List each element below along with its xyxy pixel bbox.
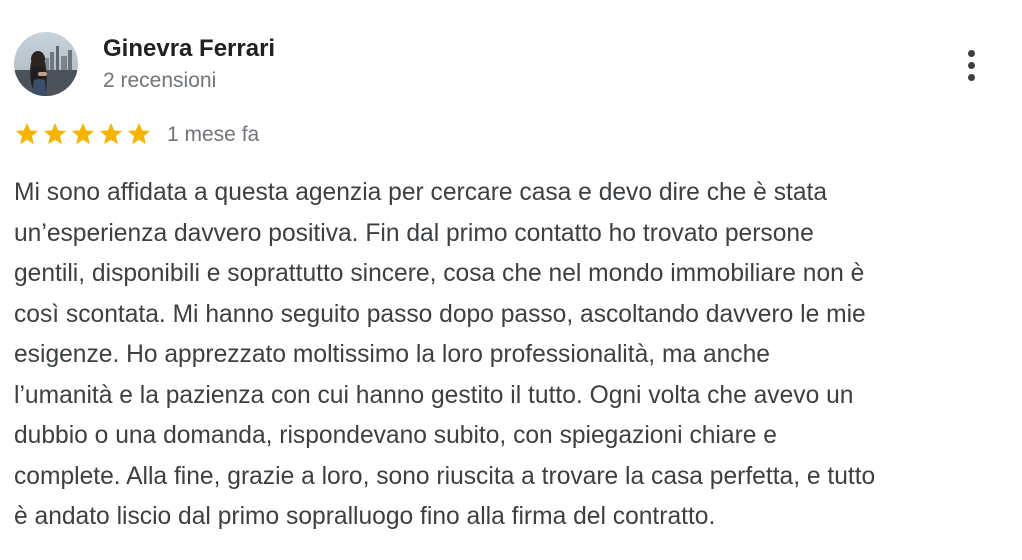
review-text-line: esigenze. Ho apprezzato moltissimo la lo… bbox=[14, 341, 770, 368]
review-text-line: gentili, disponibili e soprattutto since… bbox=[14, 260, 865, 287]
review-text-line: l’umanità e la pazienza con cui hanno ge… bbox=[14, 381, 854, 409]
reviewer-review-count[interactable]: 2 recensioni bbox=[103, 67, 216, 95]
review-text-line: un’esperienza davvero positiva. Fin dal … bbox=[14, 219, 814, 247]
review-text-line: così scontata. Mi hanno seguito passo do… bbox=[14, 300, 866, 328]
star-icon bbox=[71, 122, 95, 144]
avatar[interactable] bbox=[14, 32, 78, 96]
review-text-line: Mi sono affidata a questa agenzia per ce… bbox=[14, 179, 828, 206]
review-text-line: è andato liscio dal primo sopralluogo fi… bbox=[14, 503, 716, 530]
more-vert-icon-dot bbox=[967, 73, 975, 81]
review-text-line: complete. Alla fine, grazie a loro, sono… bbox=[14, 462, 876, 490]
star-icon bbox=[15, 122, 39, 144]
more-options-button[interactable] bbox=[956, 44, 986, 86]
star-icon bbox=[99, 122, 123, 144]
review-date: 1 mese fa bbox=[167, 123, 260, 146]
avatar-photo bbox=[14, 32, 78, 96]
star-rating bbox=[14, 121, 152, 149]
review-text-line: dubbio o una domanda, rispondevano subit… bbox=[14, 422, 777, 449]
star-icon bbox=[127, 122, 151, 144]
review-card: Ginevra Ferrari 2 recensioni 1 mese fa M… bbox=[0, 0, 1022, 560]
review-text: Mi sono affidata a questa agenzia per ce… bbox=[14, 173, 1004, 538]
reviewer-name[interactable]: Ginevra Ferrari bbox=[103, 34, 275, 64]
more-vert-icon-dot bbox=[967, 61, 975, 69]
more-vert-icon bbox=[967, 49, 975, 57]
star-icon bbox=[43, 122, 67, 144]
